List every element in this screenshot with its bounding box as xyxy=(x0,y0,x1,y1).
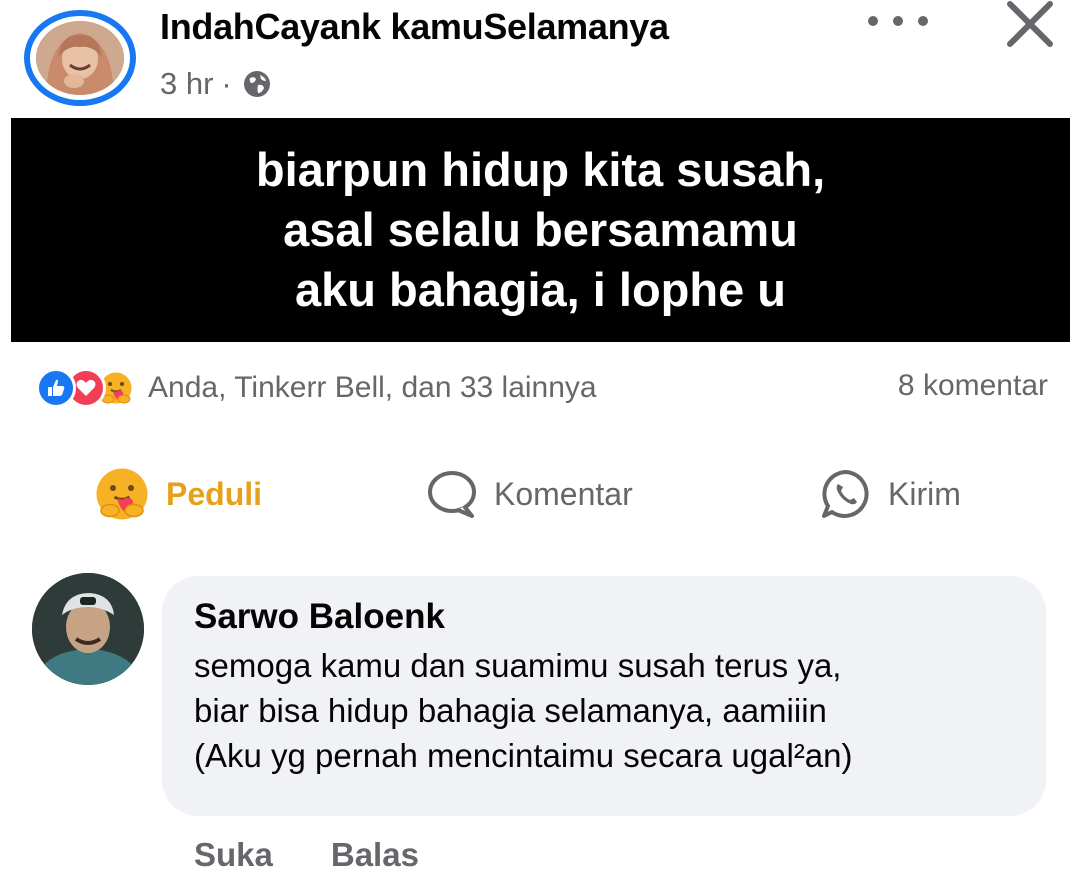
author-avatar[interactable] xyxy=(24,10,136,106)
post-image[interactable]: biarpun hidup kita susah, asal selalu be… xyxy=(11,118,1070,342)
post-author-name[interactable]: IndahCayank kamuSelamanya xyxy=(160,6,669,48)
meta-separator: · xyxy=(221,66,232,101)
comment-count[interactable]: 8 komentar xyxy=(898,369,1048,403)
reactions-summary[interactable]: Anda, Tinkerr Bell, dan 33 lainnya xyxy=(36,368,597,408)
comment-button-label: Komentar xyxy=(494,475,633,512)
close-icon[interactable] xyxy=(1000,0,1060,52)
comment-bubble-icon xyxy=(428,471,476,518)
reactions-summary-text: Anda, Tinkerr Bell, dan 33 lainnya xyxy=(148,371,597,404)
author-photo xyxy=(36,21,124,95)
send-button-label: Kirim xyxy=(888,475,961,512)
care-button[interactable]: Peduli xyxy=(92,466,262,522)
like-icon xyxy=(36,368,76,408)
post-image-text-line: biarpun hidup kita susah, xyxy=(255,143,826,196)
more-dot xyxy=(868,16,878,26)
globe-icon xyxy=(243,71,270,97)
comment-text-line: (Aku yg pernah mencintaimu secara ugal²a… xyxy=(194,737,853,774)
more-options-icon[interactable] xyxy=(868,6,928,36)
care-button-label: Peduli xyxy=(166,475,263,512)
post-image-text-line: asal selalu bersamamu xyxy=(283,203,798,256)
more-dot xyxy=(918,16,928,26)
whatsapp-icon xyxy=(822,470,869,518)
comment-text-line: semoga kamu dan suamimu susah terus ya, xyxy=(194,647,842,684)
send-button[interactable]: Kirim xyxy=(818,466,961,522)
comment-author-name[interactable]: Sarwo Baloenk xyxy=(194,597,1014,637)
comment-button[interactable]: Komentar xyxy=(424,466,633,522)
more-dot xyxy=(893,16,903,26)
comment-bubble[interactable]: Sarwo Baloenk semoga kamu dan suamimu su… xyxy=(162,576,1046,816)
comment-reply-link[interactable]: Balas xyxy=(331,836,419,874)
comment-actions: Suka Balas xyxy=(194,836,419,874)
care-icon xyxy=(96,468,148,520)
post-image-text-line: aku bahagia, i lophe u xyxy=(295,263,786,316)
comment-text: semoga kamu dan suamimu susah terus ya, … xyxy=(194,643,1014,778)
comment-text-line: biar bisa hidup bahagia selamanya, aamii… xyxy=(194,692,827,729)
comment-like-link[interactable]: Suka xyxy=(194,836,273,874)
post-time[interactable]: 3 hr xyxy=(160,66,213,102)
post-meta: 3 hr · xyxy=(160,66,272,102)
commenter-avatar[interactable] xyxy=(32,573,144,685)
